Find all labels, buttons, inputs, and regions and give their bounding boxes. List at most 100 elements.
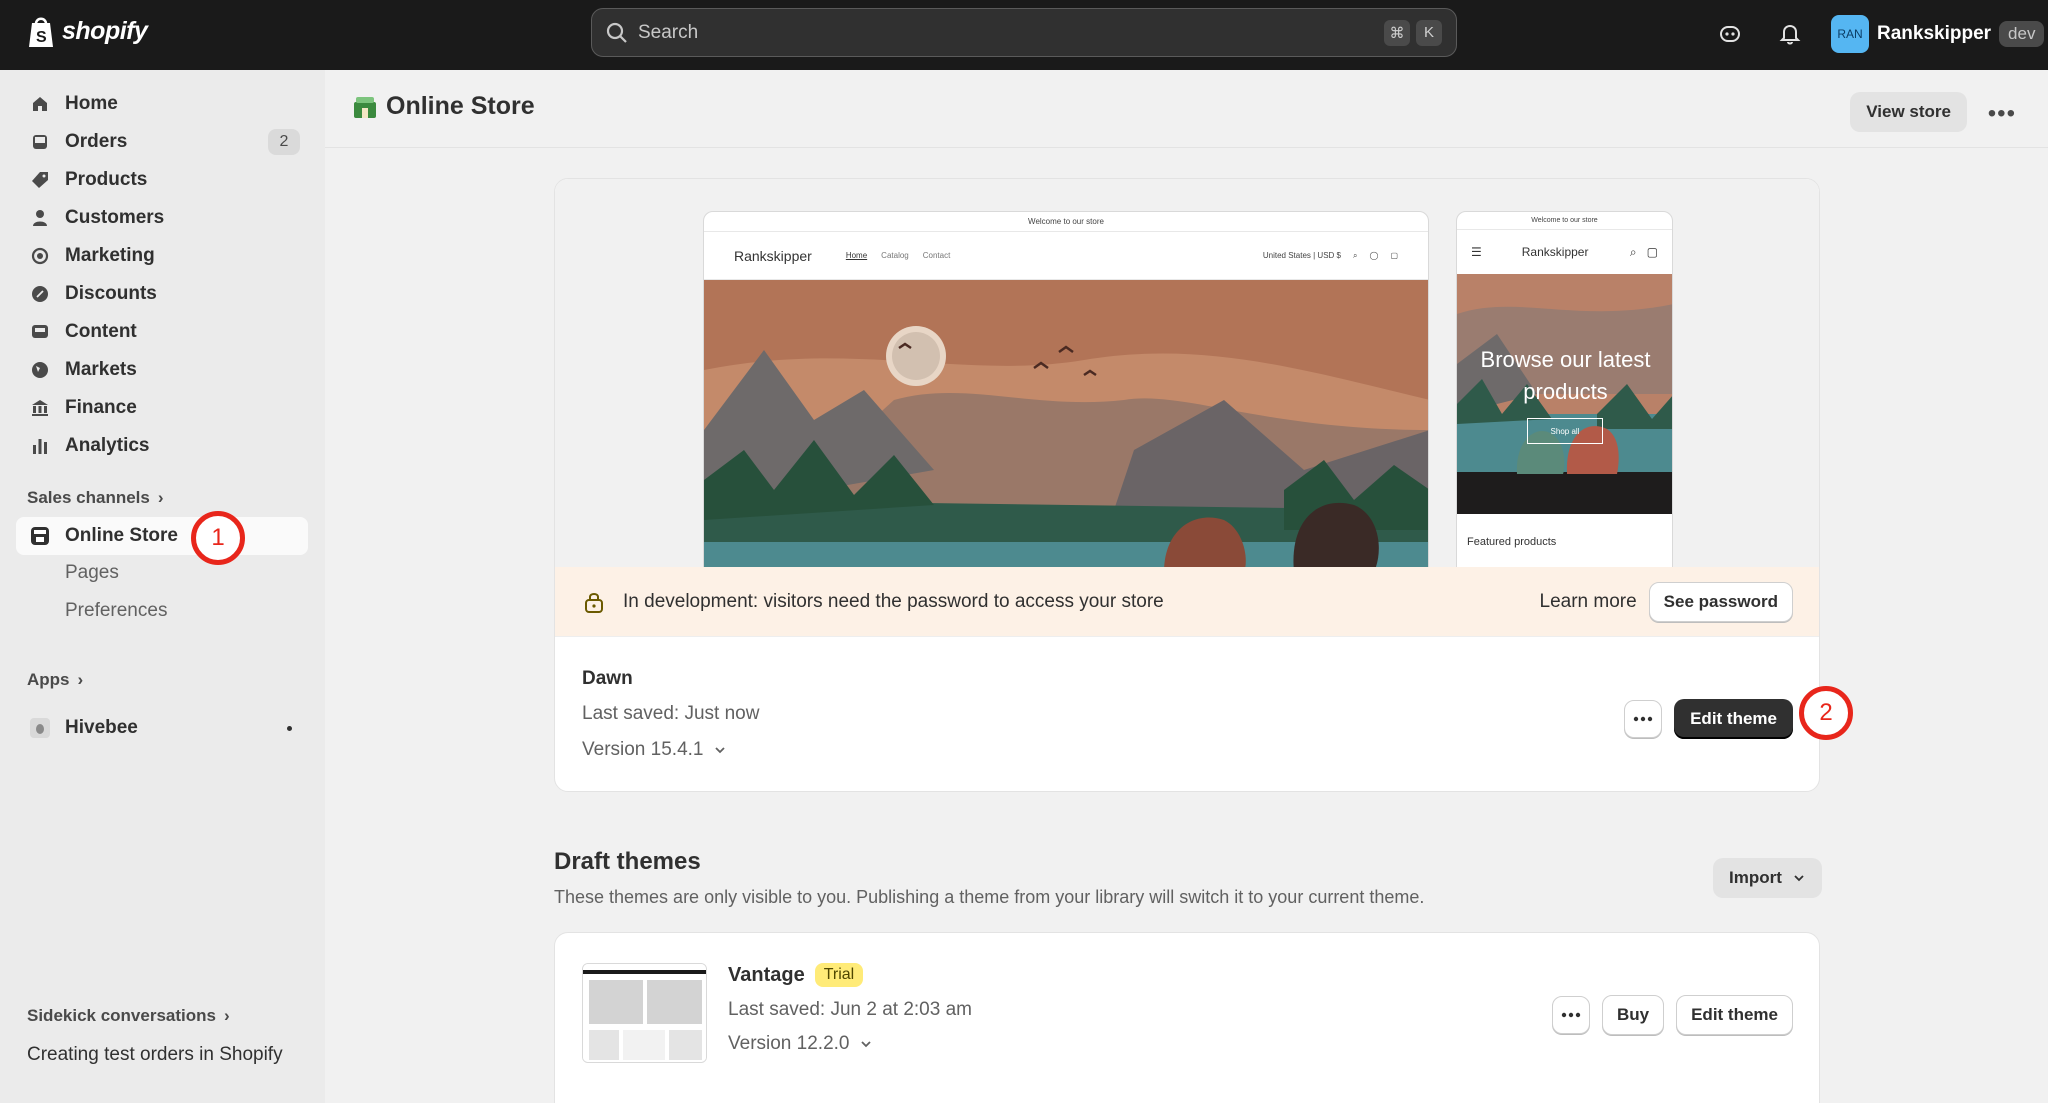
current-theme-card: Welcome to our store Rankskipper Home Ca… [554,178,1820,792]
nav-link: Catalog [881,251,909,260]
sidebar-item-marketing[interactable]: Marketing [16,237,308,275]
sidebar-item-home[interactable]: Home [16,85,308,123]
conversation-item[interactable]: Creating test orders in Shopify [27,1044,283,1066]
sidebar-item-label: Discounts [65,283,157,304]
see-password-button[interactable]: See password [1648,581,1793,622]
nav-link: Home [845,251,868,260]
development-banner: In development: visitors need the passwo… [555,567,1819,637]
development-banner-text: In development: visitors need the passwo… [623,590,1164,612]
sidebar-item-hivebee[interactable]: Hivebee [16,709,308,747]
store-name: Rankskipper [1521,245,1589,259]
sidebar-item-markets[interactable]: Markets [16,351,308,389]
chevron-down-icon [1794,875,1804,882]
chevron-right-icon: › [157,488,164,507]
person-icon [30,208,50,228]
buy-button[interactable]: Buy [1601,995,1665,1035]
cart-icon: ▢ [1646,245,1658,259]
locale-selector: United States | USD $ [1262,251,1341,260]
featured-products-heading: Featured products [1467,536,1557,548]
hivebee-app-icon [30,718,50,738]
desktop-preview: Welcome to our store Rankskipper Home Ca… [703,211,1429,567]
user-name: Rankskipper [1877,23,1992,44]
avatar: RAN [1831,15,1869,53]
sidebar-item-online-store[interactable]: Online Store [16,517,308,555]
bank-icon [30,398,50,418]
draft-themes-heading: Draft themes [554,848,701,875]
announcement-bar: Welcome to our store [1457,212,1672,230]
draft-theme-card: Vantage Trial Last saved: Jun 2 at 2:03 … [554,932,1820,1103]
sidebar-item-label: Hivebee [65,717,138,738]
chevron-down-icon [715,747,726,754]
ellipsis-icon [1633,716,1653,722]
apps-header[interactable]: Apps › [27,670,83,690]
sidebar-item-orders[interactable]: Orders 2 [16,123,308,161]
learn-more-link[interactable]: Learn more [1540,591,1637,613]
sidekick-icon[interactable] [1714,18,1746,50]
bar-chart-icon [30,436,50,456]
page-title: Online Store [352,92,535,121]
draft-theme-version-label: Version 12.2.0 [728,1033,850,1054]
inbox-icon [30,132,50,152]
theme-last-saved: Last saved: Just now [582,703,760,724]
target-icon [30,246,50,266]
hamburger-icon: ☰ [1471,245,1482,259]
search-icon [606,22,627,43]
ellipsis-icon [1561,1012,1581,1018]
import-label: Import [1729,868,1782,887]
page-title-text: Online Store [386,92,535,120]
theme-preview: Welcome to our store Rankskipper Home Ca… [555,179,1819,567]
sidekick-conversations-header[interactable]: Sidekick conversations › [27,1006,230,1026]
sidebar-item-label: Markets [65,359,137,380]
bell-icon[interactable] [1774,18,1806,50]
globe-icon [30,360,50,380]
sidebar-item-products[interactable]: Products [16,161,308,199]
sidebar: Home Orders 2 Products Customers Marketi… [0,70,325,1103]
sidebar-item-customers[interactable]: Customers [16,199,308,237]
sidebar-item-discounts[interactable]: Discounts [16,275,308,313]
theme-version-toggle[interactable]: Version 15.4.1 [582,739,727,761]
hero-illustration [704,280,1428,567]
top-bar: S shopify Search ⌘ K RAN Rankskipper dev [0,0,2048,70]
import-button[interactable]: Import [1713,858,1822,898]
chevron-right-icon: › [77,670,84,689]
sidebar-item-label: Customers [65,207,165,228]
hero-heading: Browse our latest products [1480,347,1651,404]
draft-edit-theme-button[interactable]: Edit theme [1676,995,1793,1035]
sidebar-item-label: Orders [65,131,128,152]
view-store-button[interactable]: View store [1850,92,1967,132]
draft-theme-actions: Buy Edit theme [1551,995,1793,1035]
sidebar-item-finance[interactable]: Finance [16,389,308,427]
page-header: Online Store View store ••• [325,70,2048,148]
user-menu[interactable]: RAN Rankskipper dev [1831,14,2045,54]
theme-more-actions-button[interactable] [1624,700,1663,738]
announcement-bar: Welcome to our store [704,212,1428,232]
sidebar-item-label: Marketing [65,245,155,266]
sales-channels-header[interactable]: Sales channels › [27,488,164,508]
shortcut-cmd-key: ⌘ [1384,19,1410,46]
mobile-store-header: ☰ Rankskipper ⌕ ▢ [1457,230,1672,274]
sidebar-subitem-preferences[interactable]: Preferences [65,600,167,622]
draft-theme-name: Vantage [728,963,805,986]
store-name: Rankskipper [734,247,812,264]
lock-icon [585,592,603,613]
search-icon: ⌕ [1629,244,1637,259]
sidebar-item-content[interactable]: Content [16,313,308,351]
theme-name: Dawn [582,668,633,689]
sidebar-subitem-pages[interactable]: Pages [65,562,119,584]
store-icon [30,526,50,546]
shopping-bag-icon: S [29,17,53,47]
draft-theme-version-toggle[interactable]: Version 12.2.0 [728,1033,873,1055]
more-actions-icon[interactable]: ••• [1988,100,2016,128]
store-nav-links: Home Catalog Contact [846,251,951,260]
draft-themes-description: These themes are only visible to you. Pu… [554,887,1425,907]
brand-name: shopify [62,16,148,45]
draft-more-actions-button[interactable] [1551,996,1590,1034]
edit-theme-button[interactable]: Edit theme [1674,699,1793,739]
search-input[interactable]: Search ⌘ K [591,8,1457,57]
theme-version-label: Version 15.4.1 [582,739,704,760]
theme-actions: Edit theme [1624,699,1793,739]
shopify-logo[interactable]: S shopify [26,14,148,48]
sidebar-item-label: Finance [65,397,137,418]
sidebar-item-label: Products [65,169,148,190]
sidebar-item-analytics[interactable]: Analytics [16,427,308,465]
